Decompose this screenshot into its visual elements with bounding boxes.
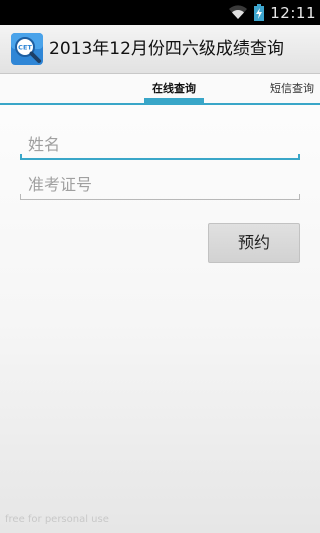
tab-selected-indicator — [144, 98, 204, 104]
action-bar: CET 2013年12月份四六级成绩查询 — [0, 25, 320, 74]
exam-id-field-underline — [20, 194, 300, 200]
status-time: 12:11 — [270, 3, 316, 22]
status-bar: 12:11 — [0, 0, 320, 25]
watermark-text: free for personal use — [5, 514, 109, 525]
app-icon-text: CET — [18, 44, 32, 52]
cet-magnifier-icon[interactable]: CET — [11, 33, 43, 65]
wifi-icon — [229, 5, 248, 20]
battery-charging-icon — [254, 4, 265, 21]
name-field-underline — [20, 154, 300, 160]
reserve-button[interactable]: 预约 — [208, 223, 300, 263]
app-title: 2013年12月份四六级成绩查询 — [49, 39, 284, 59]
exam-id-input[interactable] — [20, 170, 300, 198]
name-input[interactable] — [20, 130, 300, 158]
name-field[interactable] — [20, 130, 300, 160]
tab-sms-query[interactable]: 短信查询 — [262, 74, 320, 102]
exam-id-field[interactable] — [20, 170, 300, 200]
